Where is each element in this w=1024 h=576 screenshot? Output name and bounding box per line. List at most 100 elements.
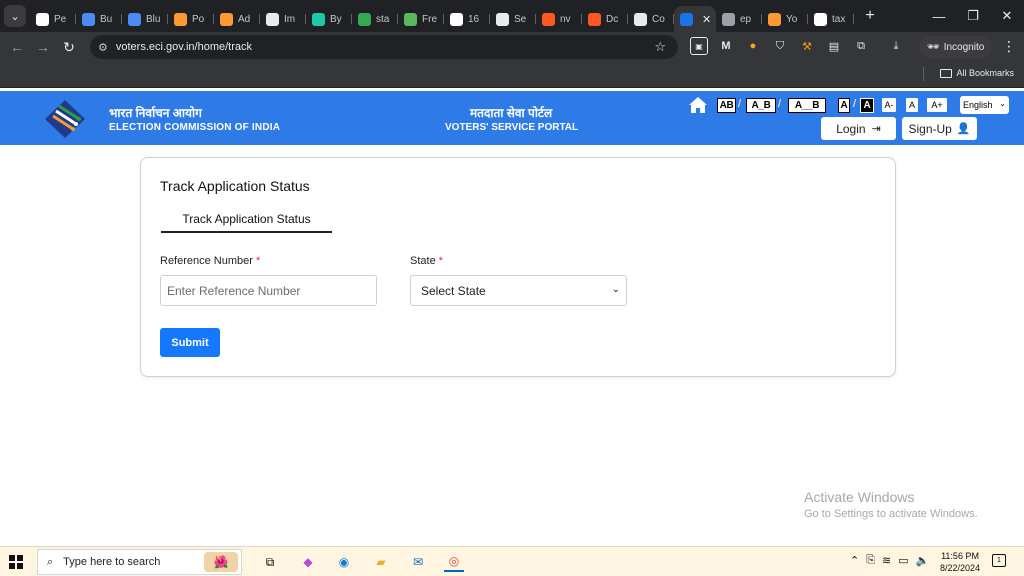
- home-icon[interactable]: [688, 96, 708, 114]
- dark-theme-button[interactable]: A: [860, 98, 874, 113]
- minimize-button[interactable]: —: [922, 0, 956, 32]
- chevron-up-icon[interactable]: ⌃: [850, 554, 859, 567]
- notifications-icon[interactable]: 1: [992, 554, 1006, 567]
- reference-number-input[interactable]: [160, 275, 377, 306]
- bookmark-star-icon[interactable]: ☆: [654, 39, 666, 55]
- address-bar[interactable]: ⚙ voters.eci.gov.in/home/track ☆: [90, 35, 678, 59]
- window-controls: — ❐ ✕: [922, 0, 1024, 32]
- chrome-icon[interactable]: ◎: [444, 552, 464, 572]
- copilot-icon[interactable]: ◆: [298, 552, 318, 572]
- browser-tab[interactable]: Pe: [30, 6, 76, 32]
- url-text[interactable]: voters.eci.gov.in/home/track: [116, 41, 252, 53]
- mail-icon[interactable]: ✉: [408, 552, 428, 572]
- required-mark: *: [438, 255, 444, 267]
- browser-tab[interactable]: Fre: [398, 6, 444, 32]
- gmail-extension-icon[interactable]: M: [717, 37, 735, 55]
- browser-tab[interactable]: Se: [490, 6, 536, 32]
- back-button[interactable]: ←: [4, 34, 30, 60]
- extension-icon[interactable]: ▣: [690, 37, 708, 55]
- contrast-normal-button[interactable]: AB: [717, 98, 736, 113]
- signup-button[interactable]: Sign-Up 👤: [902, 117, 977, 140]
- site-settings-icon[interactable]: ⚙: [98, 41, 108, 54]
- browser-tab[interactable]: Im: [260, 6, 306, 32]
- forward-button[interactable]: →: [30, 34, 56, 60]
- font-normal-button[interactable]: A: [906, 98, 918, 112]
- volume-icon[interactable]: 🔈: [916, 554, 930, 567]
- reference-number-label: Reference Number *: [160, 255, 260, 267]
- browser-tab[interactable]: nv: [536, 6, 582, 32]
- tab-label: Se: [514, 13, 527, 25]
- new-tab-button[interactable]: +: [860, 7, 880, 25]
- contrast-medium-button[interactable]: A_B: [746, 98, 776, 113]
- tab-list: Pe Bu Blu Po Ad Im By sta Fre 16 Se nv Dc Co ✕ ep Yo tax: [30, 0, 854, 32]
- bookmarks-separator: [923, 67, 924, 81]
- add-user-icon: 👤: [956, 123, 971, 135]
- browser-tab[interactable]: sta: [352, 6, 398, 32]
- clock[interactable]: 11:56 PM 8/22/2024: [940, 550, 980, 574]
- login-label: Login: [836, 121, 866, 136]
- s-icon: [496, 12, 509, 26]
- tab-search-button[interactable]: ⌄: [4, 5, 26, 27]
- shield-icon[interactable]: ⛉: [771, 37, 789, 55]
- font-decrease-button[interactable]: A-: [882, 98, 896, 112]
- org-name-english: ELECTION COMMISSION OF INDIA: [109, 122, 281, 133]
- reload-icon: ↻: [63, 38, 75, 55]
- fox-icon: [542, 12, 555, 26]
- chat-icon: [312, 12, 325, 26]
- page-title: Track Application Status: [160, 178, 310, 194]
- india-flag-icon: [768, 12, 781, 26]
- light-theme-button[interactable]: A: [838, 98, 850, 113]
- google-icon: [814, 12, 827, 26]
- browser-tab[interactable]: Blu: [122, 6, 168, 32]
- trend-icon: [358, 12, 371, 26]
- required-mark: *: [256, 255, 261, 267]
- puzzle-icon[interactable]: ⧉: [852, 37, 870, 55]
- close-tab-icon[interactable]: ✕: [702, 13, 711, 26]
- minimize-icon: —: [932, 8, 946, 24]
- browser-menu-icon[interactable]: ⋮: [1002, 38, 1016, 55]
- edge-icon[interactable]: ◉: [334, 552, 354, 572]
- activate-windows-title: Activate Windows: [804, 489, 915, 505]
- file-explorer-icon[interactable]: ▰: [371, 552, 391, 572]
- browser-tab[interactable]: ep: [716, 6, 762, 32]
- close-window-button[interactable]: ✕: [990, 0, 1024, 32]
- download-icon[interactable]: ⤓: [887, 37, 905, 55]
- incognito-indicator[interactable]: 🕶 Incognito: [919, 36, 993, 58]
- browser-tab[interactable]: ✕: [674, 6, 716, 32]
- submit-button[interactable]: Submit: [160, 328, 220, 357]
- grid-icon: [128, 12, 141, 26]
- tab-track-application[interactable]: Track Application Status: [161, 212, 332, 233]
- meet-icon[interactable]: ⎘: [866, 554, 875, 567]
- login-button[interactable]: Login ⇥: [821, 117, 896, 140]
- start-button[interactable]: [9, 555, 23, 569]
- browser-tab[interactable]: tax: [808, 6, 854, 32]
- arrow-right-icon: →: [36, 39, 50, 55]
- all-bookmarks-button[interactable]: All Bookmarks: [940, 68, 1014, 78]
- clipboard-icon[interactable]: ▤: [825, 37, 843, 55]
- font-increase-button[interactable]: A+: [927, 98, 947, 112]
- windows-logo-icon: [17, 563, 23, 569]
- wifi-icon[interactable]: ≋: [882, 554, 891, 567]
- car-icon: [36, 12, 49, 26]
- browser-tab[interactable]: By: [306, 6, 352, 32]
- browser-tab[interactable]: Yo: [762, 6, 808, 32]
- tools-icon[interactable]: ⚒: [798, 37, 816, 55]
- search-highlight-icon[interactable]: 🌺: [204, 552, 238, 572]
- restore-button[interactable]: ❐: [956, 0, 990, 32]
- browser-tab[interactable]: Po: [168, 6, 214, 32]
- browser-tab[interactable]: Dc: [582, 6, 628, 32]
- clock-date: 8/22/2024: [940, 563, 981, 573]
- state-select[interactable]: Select State ⌄: [410, 275, 627, 306]
- browser-tab[interactable]: Co: [628, 6, 674, 32]
- contrast-wide-button[interactable]: A__B: [788, 98, 826, 113]
- tab-label: By: [330, 13, 342, 25]
- language-select[interactable]: English ⌄: [960, 96, 1009, 114]
- browser-tab[interactable]: Bu: [76, 6, 122, 32]
- battery-icon[interactable]: ▭: [898, 554, 908, 567]
- reload-button[interactable]: ↻: [56, 34, 82, 60]
- browser-tab[interactable]: 16: [444, 6, 490, 32]
- browser-tab[interactable]: Ad: [214, 6, 260, 32]
- chevron-down-icon: ⌄: [611, 284, 620, 295]
- task-view-icon[interactable]: ⧉: [260, 552, 280, 572]
- extension-icon[interactable]: ●: [744, 37, 762, 55]
